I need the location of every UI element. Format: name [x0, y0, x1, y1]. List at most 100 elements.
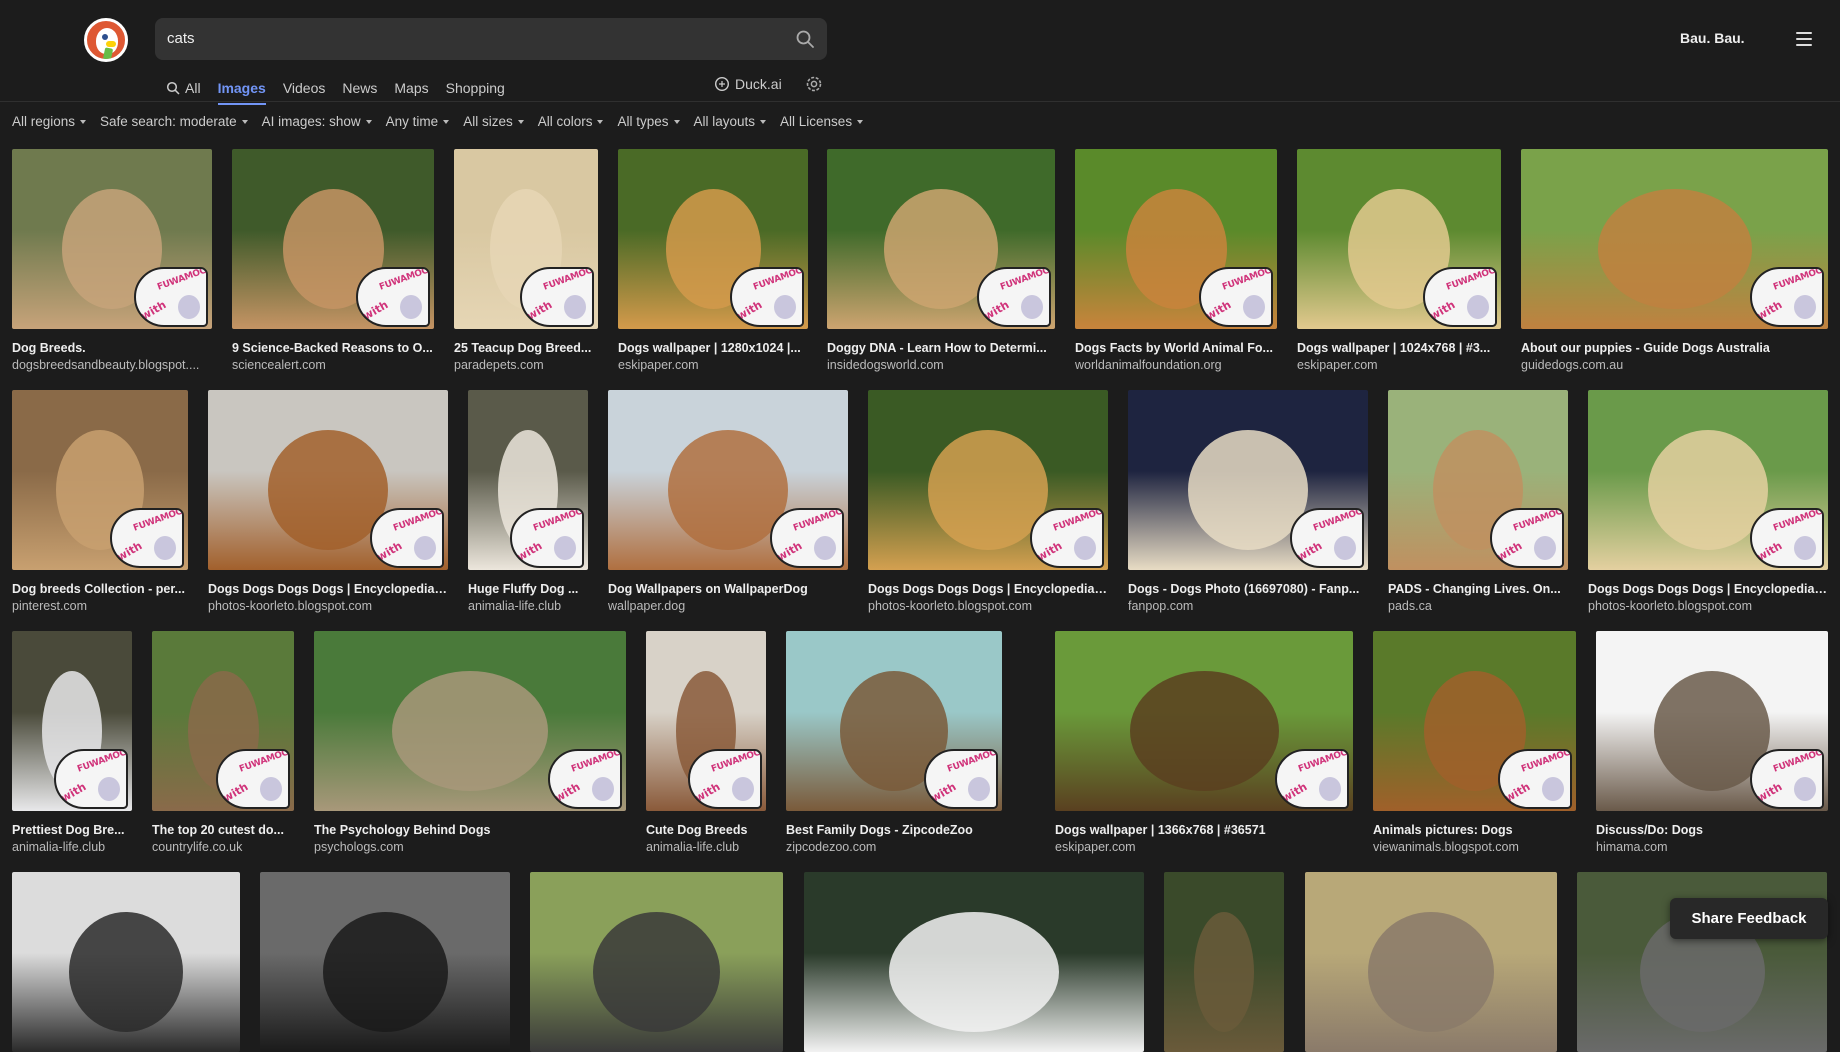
- result-title[interactable]: Dog Wallpapers on WallpaperDog: [608, 582, 848, 596]
- result-domain[interactable]: himama.com: [1596, 840, 1828, 854]
- result-title[interactable]: Dogs Dogs Dogs Dogs | Encyclopedia ...: [868, 582, 1108, 596]
- result-domain[interactable]: animalia-life.club: [468, 599, 588, 613]
- image-thumbnail[interactable]: with FUWAMOCO: [468, 390, 588, 570]
- search-bar[interactable]: cats: [155, 18, 827, 60]
- image-thumbnail[interactable]: with FUWAMOCO: [868, 390, 1108, 570]
- result-title[interactable]: Dog Breeds.: [12, 341, 212, 355]
- result-title[interactable]: 25 Teacup Dog Breed...: [454, 341, 598, 355]
- tab-videos[interactable]: Videos: [283, 74, 326, 102]
- tab-all[interactable]: All: [166, 74, 201, 102]
- result-domain[interactable]: pads.ca: [1388, 599, 1568, 613]
- result-domain[interactable]: countrylife.co.uk: [152, 840, 294, 854]
- tab-shopping[interactable]: Shopping: [446, 74, 505, 102]
- image-thumbnail[interactable]: with FUWAMOCO: [1588, 390, 1828, 570]
- image-thumbnail[interactable]: [530, 872, 783, 1052]
- result-domain[interactable]: eskipaper.com: [618, 358, 808, 372]
- tab-maps[interactable]: Maps: [394, 74, 428, 102]
- result-title[interactable]: Dogs wallpaper | 1366x768 | #36571: [1055, 823, 1353, 837]
- image-thumbnail[interactable]: with FUWAMOCO: [1596, 631, 1828, 811]
- image-thumbnail[interactable]: with FUWAMOCO: [1075, 149, 1277, 329]
- duckai-link[interactable]: Duck.ai: [714, 75, 782, 93]
- image-thumbnail[interactable]: with FUWAMOCO: [618, 149, 808, 329]
- result-title[interactable]: Cute Dog Breeds: [646, 823, 766, 837]
- result-title[interactable]: Dogs Facts by World Animal Fo...: [1075, 341, 1277, 355]
- result-title[interactable]: Best Family Dogs - ZipcodeZoo: [786, 823, 1002, 837]
- image-thumbnail[interactable]: with FUWAMOCO: [314, 631, 626, 811]
- image-thumbnail[interactable]: [1305, 872, 1557, 1052]
- filter-dropdown[interactable]: All sizes: [463, 114, 524, 129]
- result-domain[interactable]: animalia-life.club: [646, 840, 766, 854]
- gear-icon[interactable]: [804, 74, 824, 94]
- result-title[interactable]: Dogs Dogs Dogs Dogs | Encyclopedia ...: [208, 582, 448, 596]
- image-thumbnail[interactable]: with FUWAMOCO: [454, 149, 598, 329]
- result-title[interactable]: PADS - Changing Lives. On...: [1388, 582, 1568, 596]
- result-title[interactable]: Animals pictures: Dogs: [1373, 823, 1576, 837]
- image-thumbnail[interactable]: with FUWAMOCO: [12, 390, 188, 570]
- result-domain[interactable]: insidedogsworld.com: [827, 358, 1055, 372]
- image-thumbnail[interactable]: with FUWAMOCO: [12, 631, 132, 811]
- image-thumbnail[interactable]: [12, 872, 240, 1052]
- filter-dropdown[interactable]: All Licenses: [780, 114, 864, 129]
- image-thumbnail[interactable]: with FUWAMOCO: [1297, 149, 1501, 329]
- result-domain[interactable]: sciencealert.com: [232, 358, 434, 372]
- tab-images[interactable]: Images: [217, 74, 267, 105]
- result-title[interactable]: Doggy DNA - Learn How to Determi...: [827, 341, 1055, 355]
- result-title[interactable]: Prettiest Dog Bre...: [12, 823, 132, 837]
- filter-dropdown[interactable]: AI images: show: [262, 114, 372, 129]
- result-title[interactable]: Huge Fluffy Dog ...: [468, 582, 588, 596]
- image-thumbnail[interactable]: with FUWAMOCO: [646, 631, 766, 811]
- image-thumbnail[interactable]: with FUWAMOCO: [208, 390, 448, 570]
- result-domain[interactable]: viewanimals.blogspot.com: [1373, 840, 1576, 854]
- image-thumbnail[interactable]: with FUWAMOCO: [1521, 149, 1828, 329]
- filter-dropdown[interactable]: All layouts: [694, 114, 767, 129]
- result-title[interactable]: The Psychology Behind Dogs: [314, 823, 626, 837]
- result-domain[interactable]: pinterest.com: [12, 599, 188, 613]
- result-domain[interactable]: photos-koorleto.blogspot.com: [208, 599, 448, 613]
- hamburger-menu-icon[interactable]: [1796, 32, 1812, 46]
- image-thumbnail[interactable]: with FUWAMOCO: [152, 631, 294, 811]
- result-domain[interactable]: wallpaper.dog: [608, 599, 848, 613]
- image-thumbnail[interactable]: with FUWAMOCO: [1055, 631, 1353, 811]
- result-title[interactable]: 9 Science-Backed Reasons to O...: [232, 341, 434, 355]
- result-title[interactable]: Dog breeds Collection - per...: [12, 582, 188, 596]
- result-title[interactable]: Dogs wallpaper | 1280x1024 |...: [618, 341, 808, 355]
- result-domain[interactable]: dogsbreedsandbeauty.blogspot....: [12, 358, 212, 372]
- result-domain[interactable]: psychologs.com: [314, 840, 626, 854]
- filter-dropdown[interactable]: All colors: [538, 114, 604, 129]
- result-title[interactable]: Dogs wallpaper | 1024x768 | #3...: [1297, 341, 1501, 355]
- search-icon[interactable]: [795, 29, 815, 49]
- image-thumbnail[interactable]: with FUWAMOCO: [786, 631, 1002, 811]
- tab-news[interactable]: News: [342, 74, 377, 102]
- duckduckgo-logo[interactable]: [84, 18, 128, 62]
- filter-dropdown[interactable]: Any time: [386, 114, 450, 129]
- image-thumbnail[interactable]: with FUWAMOCO: [232, 149, 434, 329]
- image-thumbnail[interactable]: with FUWAMOCO: [608, 390, 848, 570]
- image-thumbnail[interactable]: with FUWAMOCO: [1388, 390, 1568, 570]
- image-thumbnail[interactable]: with FUWAMOCO: [1128, 390, 1368, 570]
- result-domain[interactable]: worldanimalfoundation.org: [1075, 358, 1277, 372]
- image-thumbnail[interactable]: [804, 872, 1144, 1052]
- result-domain[interactable]: fanpop.com: [1128, 599, 1368, 613]
- filter-dropdown[interactable]: Safe search: moderate: [100, 114, 248, 129]
- result-domain[interactable]: photos-koorleto.blogspot.com: [868, 599, 1108, 613]
- result-domain[interactable]: photos-koorleto.blogspot.com: [1588, 599, 1828, 613]
- image-thumbnail[interactable]: [1164, 872, 1284, 1052]
- result-title[interactable]: About our puppies - Guide Dogs Australia: [1521, 341, 1828, 355]
- image-thumbnail[interactable]: with FUWAMOCO: [12, 149, 212, 329]
- result-title[interactable]: Dogs Dogs Dogs Dogs | Encyclopedia ...: [1588, 582, 1828, 596]
- result-domain[interactable]: eskipaper.com: [1055, 840, 1353, 854]
- image-thumbnail[interactable]: [260, 872, 510, 1052]
- user-name[interactable]: Bau. Bau.: [1680, 30, 1745, 46]
- result-domain[interactable]: paradepets.com: [454, 358, 598, 372]
- result-domain[interactable]: eskipaper.com: [1297, 358, 1501, 372]
- filter-dropdown[interactable]: All types: [617, 114, 680, 129]
- result-domain[interactable]: zipcodezoo.com: [786, 840, 1002, 854]
- result-domain[interactable]: guidedogs.com.au: [1521, 358, 1828, 372]
- result-title[interactable]: Discuss/Do: Dogs: [1596, 823, 1828, 837]
- filter-dropdown[interactable]: All regions: [12, 114, 87, 129]
- image-thumbnail[interactable]: with FUWAMOCO: [827, 149, 1055, 329]
- result-title[interactable]: The top 20 cutest do...: [152, 823, 294, 837]
- search-input[interactable]: cats: [167, 30, 195, 47]
- result-title[interactable]: Dogs - Dogs Photo (16697080) - Fanp...: [1128, 582, 1368, 596]
- share-feedback-button[interactable]: Share Feedback: [1670, 898, 1828, 939]
